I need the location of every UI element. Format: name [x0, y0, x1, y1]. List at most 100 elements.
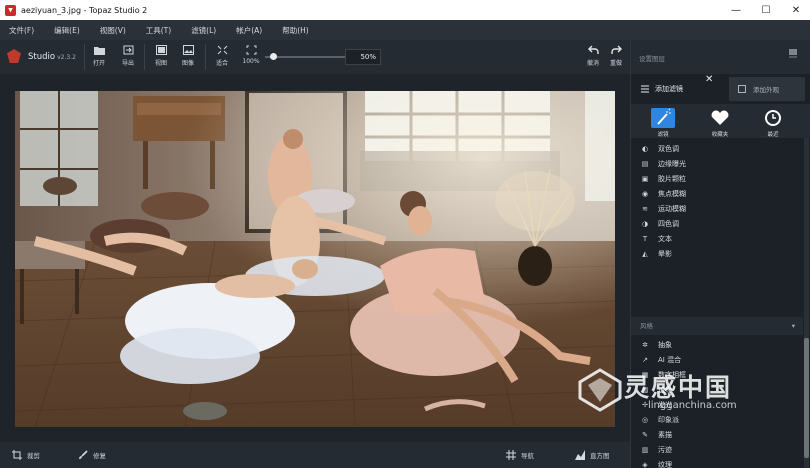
zoom-100-label: 100% — [242, 58, 260, 65]
maximize-button[interactable]: ☐ — [751, 0, 781, 20]
section-style-header[interactable]: 风格 ▾ — [631, 317, 803, 335]
undo-button[interactable]: 撤消 — [582, 45, 604, 67]
filter-item[interactable]: ◭ 晕影 — [631, 246, 803, 261]
tab-add-filter[interactable]: 添加滤镜 ✕ — [631, 74, 721, 104]
brush-label: 修复 — [93, 452, 106, 460]
filter-item[interactable]: ▥ 污迹 — [631, 442, 803, 457]
filter-item[interactable]: ✲ 抽象 — [631, 337, 803, 352]
filter-item[interactable]: ◑ 四色调 — [631, 216, 803, 231]
edited-photo — [15, 91, 615, 427]
menu-view[interactable]: 视图(V) — [100, 25, 126, 36]
category-row: 滤镜 收藏夹 最近 — [631, 104, 810, 138]
filter-icon: ◑ — [641, 219, 649, 228]
watermark: 灵感中国 lingganchina.com — [578, 366, 800, 414]
single-view-label: 图像 — [181, 60, 194, 67]
zoom-value-field[interactable]: 50% — [345, 49, 381, 65]
brand-version: v2.3.2 — [57, 54, 76, 61]
filter-item[interactable]: ◎ 印象派 — [631, 412, 803, 427]
filter-label: 污迹 — [658, 445, 672, 454]
crop-icon — [12, 450, 22, 460]
compare-button[interactable]: 视图 — [150, 45, 172, 67]
minimize-button[interactable]: — — [721, 0, 751, 20]
histogram-button[interactable]: 直方图 — [575, 450, 610, 460]
redo-button[interactable]: 重做 — [605, 45, 627, 67]
topaz-logo-icon — [7, 49, 21, 63]
histogram-icon — [575, 450, 585, 460]
category-filters[interactable]: 滤镜 — [649, 108, 677, 138]
filter-icon: ↗ — [642, 355, 648, 364]
watermark-title: 灵感中国 — [624, 373, 733, 402]
panel-scrollbar[interactable] — [804, 138, 809, 468]
filter-icon: ▤ — [641, 159, 649, 168]
brand-name: Studio — [28, 52, 56, 62]
menu-tools[interactable]: 工具(T) — [146, 25, 171, 36]
menu-edit[interactable]: 编辑(E) — [54, 25, 80, 36]
open-button[interactable]: 打开 — [88, 45, 110, 67]
filter-item[interactable]: ▣ 胶片颗粒 — [631, 171, 803, 186]
fit-label: 适合 — [215, 60, 228, 67]
filter-icon: ▥ — [641, 445, 649, 454]
filter-item[interactable]: ◈ 纹理 — [631, 457, 803, 468]
menu-bar: 文件(F) 编辑(E) 视图(V) 工具(T) 滤镜(L) 帐户(A) 帮助(H… — [0, 20, 810, 40]
export-icon — [123, 45, 133, 55]
navigator-label: 导航 — [521, 452, 534, 460]
toolbar-divider — [84, 44, 85, 70]
filter-item[interactable]: ◐ 双色调 — [631, 141, 803, 156]
navigator-button[interactable]: 导航 — [506, 450, 534, 460]
filter-item[interactable]: ▤ 边缘曝光 — [631, 156, 803, 171]
filter-item[interactable]: ✎ 素描 — [631, 427, 803, 442]
category-recent-label: 最近 — [767, 132, 779, 138]
scrollbar-thumb[interactable] — [804, 338, 809, 458]
window-title: aeziyuan_3.jpg - Topaz Studio 2 — [21, 5, 148, 15]
close-panel-icon[interactable]: ✕ — [705, 74, 713, 85]
clock-icon — [765, 110, 781, 126]
watermark-logo-icon — [578, 368, 622, 412]
filter-label: 晕影 — [658, 249, 672, 258]
menu-account[interactable]: 帐户(A) — [236, 25, 262, 36]
toolbar-divider — [144, 44, 145, 70]
export-button[interactable]: 导出 — [117, 45, 139, 67]
single-view-button[interactable]: 图像 — [177, 45, 199, 67]
title-bar: aeziyuan_3.jpg - Topaz Studio 2 — ☐ ✕ — [0, 0, 810, 20]
filter-icon: ◐ — [641, 144, 649, 153]
crop-button[interactable]: 裁剪 — [12, 450, 40, 460]
bottom-toolbar: 裁剪 修复 导航 直方图 — [0, 442, 630, 468]
panel-header: 设置图层 — [631, 40, 810, 74]
filter-list-basic: ◐ 双色调 ▤ 边缘曝光 ▣ 胶片颗粒 ◉ 焦点模糊 ≋ 运动模糊 ◑ 四色调 T 文本 ◭ 晕影 — [631, 141, 803, 261]
histogram-label: 直方图 — [590, 452, 610, 460]
tab-add-look[interactable]: 添加外观 — [729, 77, 805, 101]
layers-icon[interactable] — [788, 48, 798, 58]
zoom-slider-handle[interactable] — [270, 53, 277, 60]
filter-label: 素描 — [658, 430, 672, 439]
undo-label: 撤消 — [586, 60, 599, 67]
zoom-100-button[interactable]: 100% — [240, 45, 262, 65]
folder-icon — [93, 47, 105, 55]
filter-icon: ◈ — [642, 460, 648, 468]
panel-tabs: 添加滤镜 ✕ 添加外观 — [631, 74, 810, 104]
menu-help[interactable]: 帮助(H) — [282, 25, 309, 36]
zoom-slider-track[interactable] — [265, 56, 345, 58]
filter-label: 四色调 — [658, 219, 679, 228]
category-recent[interactable]: 最近 — [759, 108, 787, 138]
photo-canvas[interactable] — [15, 91, 615, 427]
fit-icon — [217, 45, 227, 55]
filter-item[interactable]: ◉ 焦点模糊 — [631, 186, 803, 201]
brush-button[interactable]: 修复 — [78, 450, 106, 460]
category-favorites[interactable]: 收藏夹 — [706, 108, 734, 138]
fit-button[interactable]: 适合 — [211, 45, 233, 67]
filter-icon: ≋ — [642, 204, 648, 213]
image-icon — [182, 45, 194, 55]
filter-item[interactable]: ≋ 运动模糊 — [631, 201, 803, 216]
filter-label: 边缘曝光 — [658, 159, 686, 168]
menu-file[interactable]: 文件(F) — [9, 25, 34, 36]
menu-filters[interactable]: 滤镜(L) — [191, 25, 216, 36]
filter-icon: ✲ — [642, 340, 648, 349]
filter-item[interactable]: T 文本 — [631, 231, 803, 246]
close-window-button[interactable]: ✕ — [781, 0, 810, 20]
filter-icon: ◭ — [642, 249, 648, 258]
filter-item[interactable]: ↗ AI 混合 — [631, 352, 803, 367]
filter-label: 焦点模糊 — [658, 189, 686, 198]
compare-view-icon — [155, 45, 167, 55]
undo-icon — [587, 45, 599, 54]
layer-settings-label: 设置图层 — [639, 55, 665, 63]
